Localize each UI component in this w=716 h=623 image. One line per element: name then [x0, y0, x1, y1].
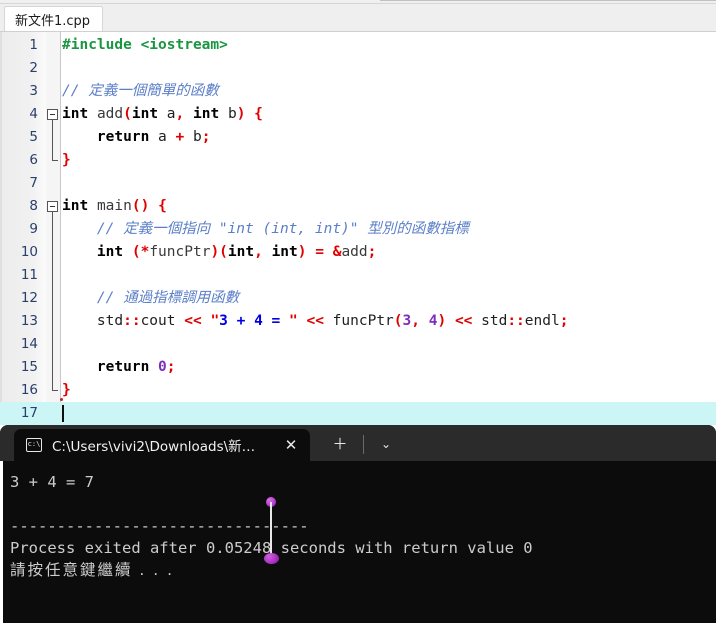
terminal-output-line: --------------------------------: [10, 517, 309, 535]
text-caret: [62, 405, 64, 422]
terminal-lines: 3 + 4 = 7 -------------------------------…: [10, 471, 716, 581]
terminal-output-line: Process exited after 0.05248 seconds wit…: [10, 539, 533, 557]
editor-tab-bar: 新文件1.cpp: [0, 4, 716, 32]
code-line[interactable]: 9 // 定義一個指向 "int (int, int)" 型別的函數指標: [0, 218, 716, 241]
code-line[interactable]: 4 int add(int a, int b) {: [0, 103, 716, 126]
line-number: 9: [29, 221, 38, 237]
line-number: 14: [20, 336, 38, 352]
fold-range-line: [52, 120, 53, 160]
line-number: 15: [20, 359, 38, 375]
line-number: 5: [29, 129, 38, 145]
code-line-text: return 0;: [96, 359, 176, 375]
fold-range-end: [52, 160, 58, 161]
code-line-text: int main() {: [62, 198, 167, 214]
code-editor-window: 新文件1.cpp 1 #include <iostream> 2 3 // 定義一個簡單…: [0, 0, 716, 425]
code-line[interactable]: 6}: [0, 149, 716, 172]
line-number: 3: [29, 83, 38, 99]
code-line-text: // 通過指標調用函數: [62, 290, 240, 306]
code-line-text: // 定義一個簡單的函數: [62, 83, 219, 99]
line-number: 12: [20, 290, 38, 306]
code-line-text: }: [62, 382, 71, 398]
close-icon[interactable]: ✕: [278, 432, 304, 458]
line-number: 16: [20, 382, 38, 398]
terminal-output-line: 請按任意鍵繼續 . . .: [10, 561, 175, 579]
line-number: 17: [20, 405, 38, 421]
code-line[interactable]: 16}: [0, 379, 716, 402]
toolbar-divider: [363, 435, 364, 454]
terminal-tab[interactable]: c:\ C:\Users\vivi2\Downloads\新… ✕: [14, 429, 310, 461]
fold-range-line: [52, 212, 53, 390]
editor-tab-file[interactable]: 新文件1.cpp: [4, 6, 104, 31]
code-line[interactable]: 7: [0, 172, 716, 195]
new-tab-button[interactable]: ＋: [326, 431, 354, 457]
code-line-text: // 定義一個指向 "int (int, int)" 型別的函數指標: [62, 221, 469, 237]
code-line[interactable]: 8 int main() {: [0, 195, 716, 218]
code-line[interactable]: 5 return a + b;: [0, 126, 716, 149]
terminal-output-area[interactable]: 3 + 4 = 7 -------------------------------…: [0, 461, 716, 623]
code-line[interactable]: 17: [0, 402, 716, 425]
code-line[interactable]: 13 std::cout << "3 + 4 = " << funcPtr(3,…: [0, 310, 716, 333]
console-icon: c:\: [26, 438, 42, 452]
line-number: 11: [20, 267, 38, 283]
code-line-text: int (*funcPtr)(int, int) = &add;: [96, 244, 377, 260]
fold-collapse-icon[interactable]: [47, 109, 58, 120]
chevron-down-icon[interactable]: ⌄: [372, 431, 400, 457]
line-number: 13: [20, 313, 38, 329]
code-line[interactable]: 3 // 定義一個簡單的函數: [0, 80, 716, 103]
code-line-text: }: [62, 152, 71, 168]
code-line[interactable]: 2: [0, 57, 716, 80]
code-surface[interactable]: 1 #include <iostream> 2 3 // 定義一個簡單的函數 4 int a…: [0, 32, 716, 425]
terminal-title-bar[interactable]: c:\ C:\Users\vivi2\Downloads\新… ✕ ＋ ⌄: [0, 425, 716, 461]
code-line-text: std::cout << "3 + 4 = " << funcPtr(3, 4)…: [62, 313, 569, 329]
line-number: 4: [29, 106, 38, 122]
code-line[interactable]: 11: [0, 264, 716, 287]
line-number: 7: [29, 175, 38, 191]
code-line[interactable]: 14: [0, 333, 716, 356]
fold-collapse-icon[interactable]: [47, 201, 58, 212]
terminal-left-edge: [0, 461, 3, 623]
line-number: 1: [29, 37, 38, 53]
terminal-tab-title: C:\Users\vivi2\Downloads\新…: [52, 439, 256, 455]
fold-range-end: [52, 390, 58, 391]
terminal-output-line: 3 + 4 = 7: [10, 473, 94, 491]
editor-tab-label: 新文件1.cpp: [15, 13, 91, 29]
code-line[interactable]: 15 return 0;: [0, 356, 716, 379]
code-line-text: return a + b;: [96, 129, 211, 145]
modified-marker-icon: [60, 398, 63, 401]
code-line[interactable]: 12 // 通過指標調用函數: [0, 287, 716, 310]
code-line[interactable]: 1 #include <iostream>: [0, 34, 716, 57]
terminal-window: c:\ C:\Users\vivi2\Downloads\新… ✕ ＋ ⌄ 3 …: [0, 425, 716, 623]
code-line-text: #include <iostream>: [62, 37, 228, 53]
line-number: 8: [29, 198, 38, 214]
code-line[interactable]: 10 int (*funcPtr)(int, int) = &add;: [0, 241, 716, 264]
line-number: 6: [29, 152, 38, 168]
line-number: 2: [29, 60, 38, 76]
line-number: 10: [20, 244, 38, 260]
code-line-text: int add(int a, int b) {: [62, 106, 263, 122]
